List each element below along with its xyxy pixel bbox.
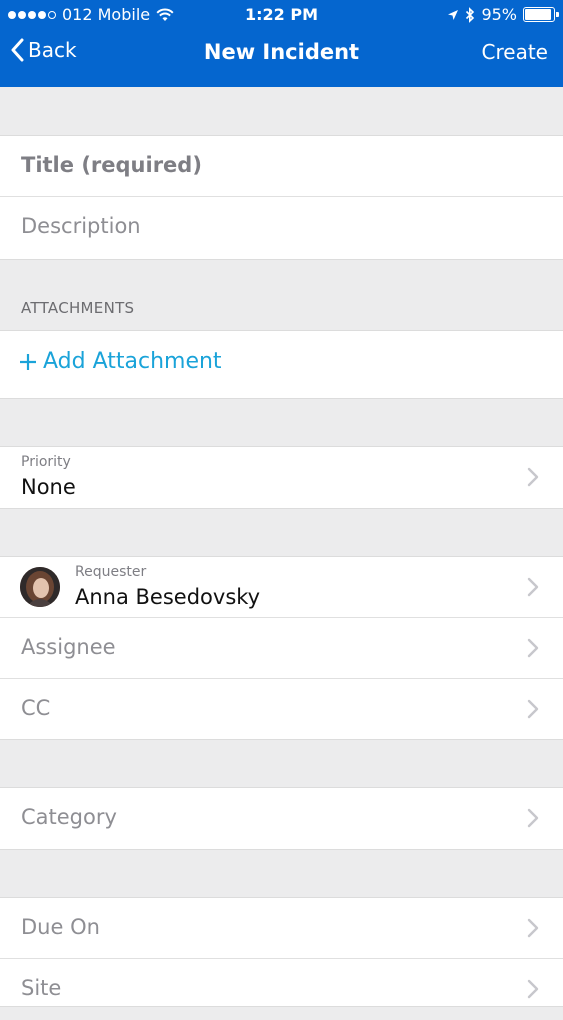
description-placeholder: Description [21, 214, 141, 238]
site-row[interactable]: Site [0, 959, 563, 1020]
create-button[interactable]: Create [482, 40, 548, 64]
cc-label: CC [21, 696, 51, 720]
priority-group: Priority None [0, 446, 563, 509]
battery-percent: 95% [481, 5, 517, 24]
description-field[interactable]: Description [0, 197, 563, 259]
location-arrow-icon [448, 9, 459, 20]
due-on-row[interactable]: Due On [0, 898, 563, 959]
title-placeholder: Title (required) [21, 153, 202, 177]
category-row[interactable]: Category [0, 788, 563, 849]
priority-value: None [21, 475, 76, 499]
plus-icon [20, 353, 36, 370]
chevron-right-icon [527, 577, 539, 597]
chevron-right-icon [527, 808, 539, 828]
due-on-label: Due On [21, 915, 100, 939]
title-field[interactable]: Title (required) [0, 136, 563, 197]
requester-label: Requester [75, 564, 147, 580]
chevron-right-icon [527, 638, 539, 658]
status-bar: 012 Mobile 1:22 PM 95% [0, 0, 563, 30]
requester-value: Anna Besedovsky [75, 585, 261, 609]
navigation-bar: 012 Mobile 1:22 PM 95% Back New Incident… [0, 0, 563, 87]
chevron-right-icon [527, 979, 539, 999]
chevron-right-icon [527, 467, 539, 487]
add-attachment-button[interactable]: Add Attachment [19, 349, 222, 374]
status-right: 95% [447, 5, 559, 24]
title-description-group: Title (required) Description [0, 135, 563, 260]
attachments-group: Add Attachment [0, 330, 563, 399]
battery-icon [523, 7, 559, 22]
chevron-right-icon [527, 699, 539, 719]
priority-row[interactable]: Priority None [0, 447, 563, 508]
schedule-group: Due On Site [0, 897, 563, 1007]
page-title: New Incident [203, 40, 360, 64]
category-group: Category [0, 787, 563, 850]
attachments-header: ATTACHMENTS [21, 299, 135, 317]
assignee-label: Assignee [21, 635, 116, 659]
chevron-right-icon [527, 918, 539, 938]
priority-label: Priority [21, 454, 71, 470]
category-label: Category [21, 805, 117, 829]
people-group: Requester Anna Besedovsky Assignee CC [0, 556, 563, 740]
cc-row[interactable]: CC [0, 679, 563, 740]
requester-avatar [20, 567, 60, 607]
assignee-row[interactable]: Assignee [0, 618, 563, 679]
bluetooth-icon [466, 6, 475, 23]
site-label: Site [21, 976, 62, 1000]
add-attachment-label: Add Attachment [43, 349, 222, 374]
requester-row[interactable]: Requester Anna Besedovsky [0, 557, 563, 618]
